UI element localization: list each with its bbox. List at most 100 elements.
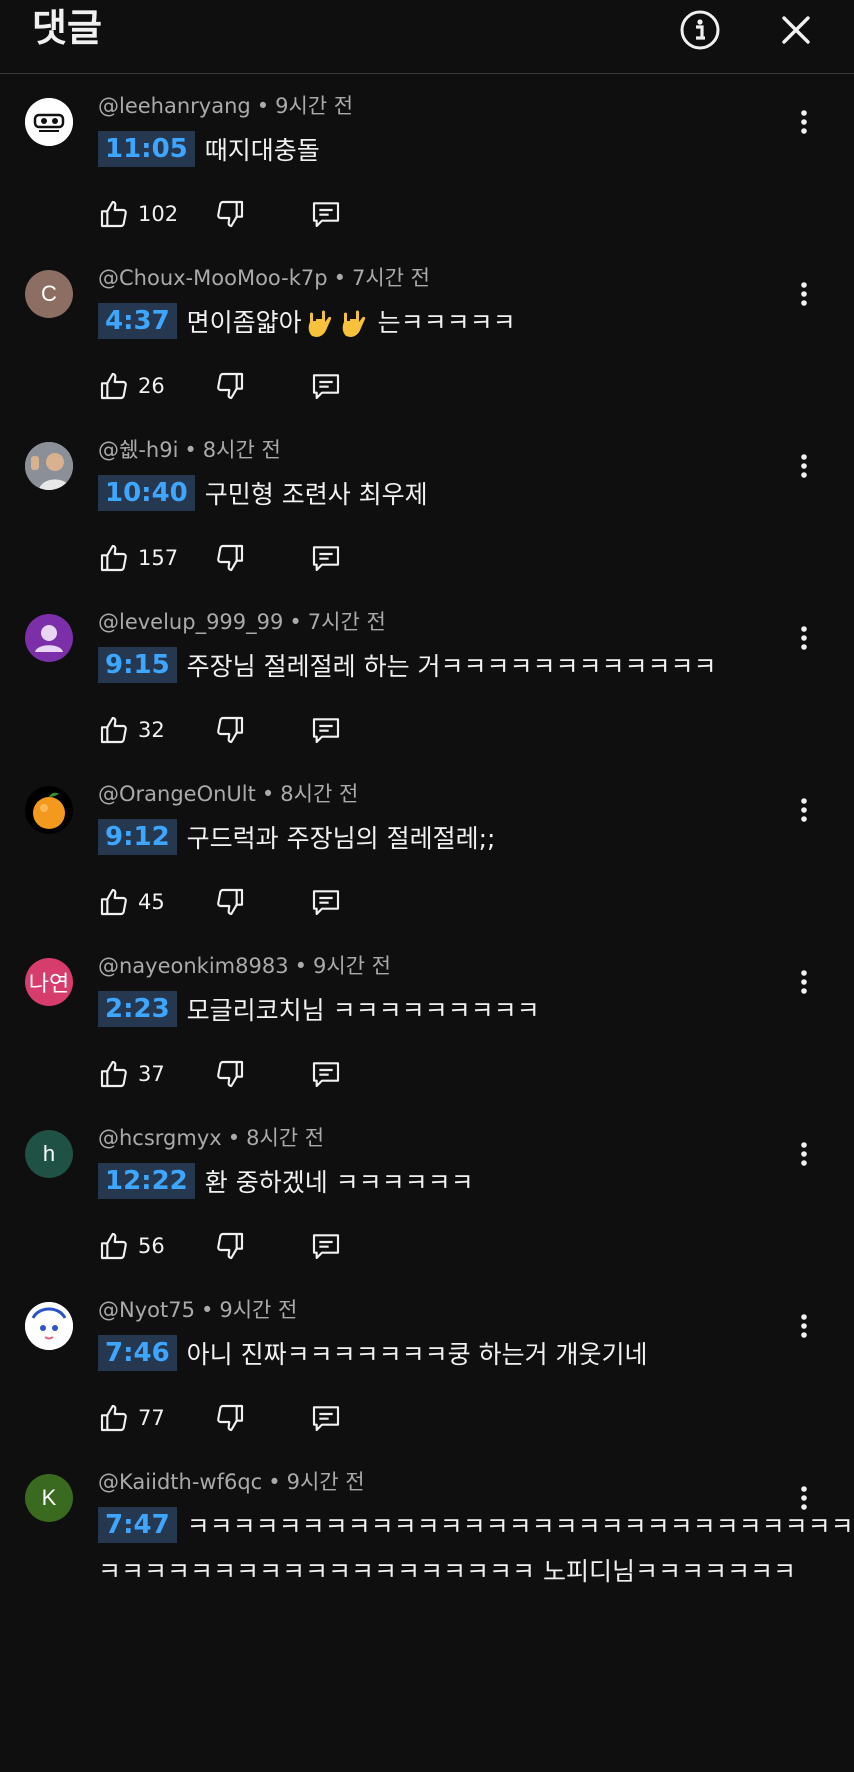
avatar[interactable]: 나연 (25, 958, 73, 1006)
more-options-button[interactable] (784, 618, 824, 658)
anime-avatar-icon (25, 1302, 73, 1350)
avatar-initial: h (42, 1141, 56, 1166)
avatar[interactable] (25, 614, 73, 662)
timestamp-link[interactable]: 9:12 (98, 819, 177, 855)
like-button[interactable]: 77 (98, 1396, 165, 1440)
comment-meta: @Choux-MooMoo-k7p • 7시간 전 (98, 260, 430, 296)
like-icon (100, 1232, 127, 1260)
reply-button[interactable] (304, 708, 348, 752)
timestamp-link[interactable]: 4:37 (98, 303, 177, 339)
reply-button[interactable] (304, 192, 348, 236)
more-options-button[interactable] (784, 790, 824, 830)
comment-text: 면이좀얇아 (186, 308, 302, 337)
comment-item: 나연 @nayeonkim8983 • 9시간 전 2:23 모글리코치님 ㅋㅋㅋㅋㅋㅋㅋ… (0, 948, 854, 1142)
reply-button[interactable] (304, 1224, 348, 1268)
like-icon (100, 716, 127, 744)
reply-button[interactable] (304, 1396, 348, 1440)
comment-author[interactable]: @Choux-MooMoo-k7p (98, 266, 328, 290)
meta-separator: • (227, 1126, 241, 1150)
reply-icon (312, 374, 340, 400)
avatar[interactable]: C (25, 270, 73, 318)
avatar[interactable] (25, 98, 73, 146)
avatar[interactable]: K (25, 1474, 73, 1522)
avatar[interactable] (25, 1302, 73, 1350)
close-button[interactable] (772, 6, 820, 54)
dislike-button[interactable] (208, 880, 252, 924)
comment-actions: 157 (98, 536, 498, 580)
avatar[interactable] (25, 786, 73, 834)
comment-age: 9시간 전 (286, 1470, 365, 1494)
comment-meta: @leehanryang • 9시간 전 (98, 88, 353, 124)
comment-author[interactable]: @쉢-h9i (98, 438, 178, 462)
more-options-button[interactable] (784, 274, 824, 314)
like-count: 56 (138, 1234, 165, 1258)
timestamp-link[interactable]: 12:22 (98, 1163, 195, 1199)
dislike-button[interactable] (208, 1396, 252, 1440)
comment-author[interactable]: @OrangeOnUlt (98, 782, 256, 806)
more-options-button[interactable] (784, 1306, 824, 1346)
comment-actions: 102 (98, 192, 498, 236)
reply-icon (312, 1406, 340, 1432)
more-vert-icon (801, 110, 807, 134)
comment-meta: @levelup_999_99 • 7시간 전 (98, 604, 386, 640)
like-button[interactable]: 56 (98, 1224, 165, 1268)
comment-actions: 32 (98, 708, 498, 752)
dislike-button[interactable] (208, 1224, 252, 1268)
meta-separator: • (268, 1470, 281, 1494)
timestamp-link[interactable]: 7:46 (98, 1335, 177, 1371)
meta-separator: • (184, 438, 197, 462)
comment-author[interactable]: @levelup_999_99 (98, 610, 283, 634)
timestamp-link[interactable]: 11:05 (98, 131, 195, 167)
info-button[interactable] (676, 6, 724, 54)
comment-text: 구드럭과 주장님의 절레절레;; (186, 824, 496, 853)
like-button[interactable]: 45 (98, 880, 165, 924)
reply-button[interactable] (304, 1052, 348, 1096)
dislike-button[interactable] (208, 708, 252, 752)
more-options-button[interactable] (784, 446, 824, 486)
comment-author[interactable]: @nayeonkim8983 (98, 954, 289, 978)
like-count: 102 (138, 202, 179, 226)
more-options-button[interactable] (784, 1478, 824, 1518)
like-icon (100, 1404, 127, 1432)
timestamp-link[interactable]: 7:47 (98, 1507, 177, 1543)
more-options-button[interactable] (784, 962, 824, 1002)
timestamp-link[interactable]: 2:23 (98, 991, 177, 1027)
more-vert-icon (801, 1486, 807, 1510)
comment-author[interactable]: @hcsrgmyx (98, 1126, 222, 1150)
comment-meta: @Nyot75 • 9시간 전 (98, 1292, 297, 1328)
avatar[interactable] (25, 442, 73, 490)
avatar-initial: 나연 (28, 971, 70, 996)
like-button[interactable]: 37 (98, 1052, 165, 1096)
comment-author[interactable]: @Nyot75 (98, 1298, 195, 1322)
dislike-button[interactable] (208, 364, 252, 408)
comment-body: 2:23 모글리코치님 ㅋㅋㅋㅋㅋㅋㅋㅋㅋ (98, 988, 854, 1032)
more-options-button[interactable] (784, 1134, 824, 1174)
like-button[interactable]: 102 (98, 192, 178, 236)
comment-actions: 26 (98, 364, 498, 408)
timestamp-link[interactable]: 10:40 (98, 475, 195, 511)
dislike-button[interactable] (208, 536, 252, 580)
reply-button[interactable] (304, 364, 348, 408)
default-avatar-icon (35, 625, 63, 652)
comment-text: 환 중하겠네 ㅋㅋㅋㅋㅋㅋ (204, 1168, 474, 1197)
dislike-button[interactable] (208, 192, 252, 236)
more-vert-icon (801, 454, 807, 478)
timestamp-link[interactable]: 9:15 (98, 647, 177, 683)
dislike-button[interactable] (208, 1052, 252, 1096)
comment-text: 아니 진짜ㅋㅋㅋㅋㅋㅋㅋ쿵 하는거 개웃기네 (186, 1340, 648, 1369)
like-button[interactable]: 32 (98, 708, 165, 752)
reply-button[interactable] (304, 536, 348, 580)
comment-body-line2: ㅋㅋㅋㅋㅋㅋㅋㅋㅋㅋㅋㅋㅋㅋㅋㅋㅋㅋㅋ 노피디님ㅋㅋㅋㅋㅋㅋㅋ (98, 1557, 796, 1586)
more-options-button[interactable] (784, 102, 824, 142)
like-button[interactable]: 26 (98, 364, 165, 408)
comment-age: 7시간 전 (307, 610, 386, 634)
comment-age: 8시간 전 (280, 782, 359, 806)
dislike-icon (217, 200, 244, 228)
avatar[interactable]: h (25, 1130, 73, 1178)
comment-author[interactable]: @leehanryang (98, 94, 251, 118)
like-button[interactable]: 157 (98, 536, 178, 580)
reply-button[interactable] (304, 880, 348, 924)
meta-separator: • (256, 94, 270, 118)
dislike-icon (217, 888, 244, 916)
comment-author[interactable]: @Kaiidth-wf6qc (98, 1470, 262, 1494)
